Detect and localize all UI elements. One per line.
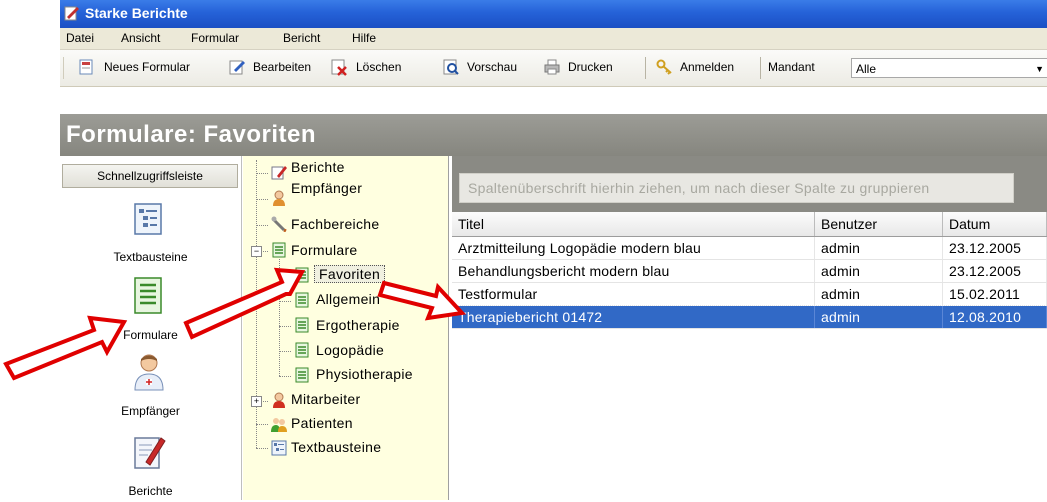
expand-mitarbeiter-toggle[interactable]: + — [251, 396, 262, 407]
column-header-datum[interactable]: Datum — [943, 212, 1047, 236]
cell-benutzer: admin — [815, 283, 943, 305]
edit-icon[interactable] — [228, 58, 246, 76]
table-row-selected[interactable]: Therapiebericht 01472 admin 12.08.2010 — [451, 305, 1047, 330]
app-icon — [64, 5, 80, 24]
column-header-benutzer[interactable]: Benutzer — [815, 212, 943, 236]
berichte-icon — [271, 164, 287, 180]
tree-item-ergotherapie[interactable]: Ergotherapie — [316, 317, 400, 333]
tree-item-fachbereiche[interactable]: Fachbereiche — [291, 216, 379, 232]
group-panel: Spaltenüberschrift hierhin ziehen, um na… — [452, 156, 1047, 212]
textbausteine-icon — [271, 440, 287, 456]
print-button[interactable]: Drucken — [568, 60, 613, 74]
table-row[interactable]: Arztmitteilung Logopädie modern blau adm… — [452, 237, 1047, 260]
recipient-icon — [134, 354, 164, 391]
menu-hilfe[interactable]: Hilfe — [352, 31, 376, 45]
tree-item-patienten[interactable]: Patienten — [291, 415, 353, 431]
preview-button[interactable]: Vorschau — [467, 60, 517, 74]
shortcut-bar-header[interactable]: Schnellzugriffsleiste — [62, 164, 238, 188]
tree-item-empfaenger[interactable]: Empfänger — [291, 180, 362, 196]
formulare-icon — [294, 317, 310, 333]
login-button[interactable]: Anmelden — [680, 60, 734, 74]
table-row[interactable]: Behandlungsbericht modern blau admin 23.… — [452, 260, 1047, 283]
tree-item-berichte[interactable]: Berichte — [291, 159, 345, 175]
preview-icon[interactable] — [442, 58, 460, 76]
key-icon[interactable] — [656, 58, 674, 76]
cell-benutzer: admin — [815, 306, 943, 328]
shortcut-berichte[interactable]: Berichte — [60, 432, 241, 502]
tree-item-favoriten[interactable]: Favoriten — [314, 265, 386, 283]
menu-datei[interactable]: Datei — [66, 31, 94, 45]
menu-bericht[interactable]: Bericht — [283, 31, 320, 45]
formulare-icon — [294, 292, 310, 308]
shortcut-label: Textbausteine — [113, 250, 188, 264]
formulare-icon — [294, 342, 310, 358]
edit-button[interactable]: Bearbeiten — [253, 60, 311, 74]
mandant-label: Mandant — [768, 60, 815, 74]
grid-header: Titel Benutzer Datum — [452, 212, 1047, 237]
forms-grid: Spaltenüberschrift hierhin ziehen, um na… — [451, 156, 1047, 500]
shortcut-empfaenger[interactable]: Empfänger — [60, 352, 241, 422]
shortcut-label: Formulare — [123, 328, 178, 342]
table-row[interactable]: Testformular admin 15.02.2011 — [452, 283, 1047, 306]
cell-titel: Behandlungsbericht modern blau — [452, 260, 815, 282]
tree-item-allgemein[interactable]: Allgemein — [316, 291, 380, 307]
chevron-down-icon[interactable]: ▼ — [1035, 59, 1044, 79]
formulare-icon — [271, 242, 287, 258]
shortcut-label: Berichte — [128, 484, 173, 498]
cell-benutzer: admin — [815, 260, 943, 282]
cell-datum: 12.08.2010 — [943, 306, 1047, 328]
cell-benutzer: admin — [815, 237, 943, 259]
page-header: Formulare: Favoriten — [60, 114, 1047, 156]
employee-icon — [271, 392, 287, 408]
tree-item-logopaedie[interactable]: Logopädie — [316, 342, 384, 358]
cell-datum: 23.12.2005 — [943, 237, 1047, 259]
shortcut-textbausteine[interactable]: Textbausteine — [60, 200, 241, 270]
patients-icon — [271, 416, 287, 432]
printer-icon[interactable] — [543, 58, 561, 76]
formulare-icon — [294, 267, 310, 283]
mandant-value: Alle — [856, 62, 877, 76]
group-by-drop-area[interactable]: Spaltenüberschrift hierhin ziehen, um na… — [459, 173, 1014, 203]
shortcut-formulare[interactable]: Formulare — [60, 276, 241, 346]
column-header-titel[interactable]: Titel — [452, 212, 815, 236]
collapse-formulare-toggle[interactable]: − — [251, 246, 262, 257]
window-title: Starke Berichte — [85, 5, 188, 21]
cell-datum: 15.02.2011 — [943, 283, 1047, 305]
shortcut-label: Empfänger — [121, 404, 180, 418]
textbausteine-icon — [134, 203, 162, 235]
new-form-button[interactable]: Neues Formular — [104, 60, 190, 74]
formulare-icon — [134, 277, 162, 314]
tree-item-physiotherapie[interactable]: Physiotherapie — [316, 366, 413, 382]
berichte-icon — [134, 437, 166, 469]
cell-titel: Therapiebericht 01472 — [452, 306, 815, 328]
delete-button[interactable]: Löschen — [356, 60, 401, 74]
tree-item-textbausteine[interactable]: Textbausteine — [291, 439, 381, 455]
menu-formular[interactable]: Formular — [191, 31, 239, 45]
navigation-tree: − + Berichte Empfänger Fachbereiche Form… — [243, 156, 449, 500]
recipient-icon — [271, 190, 287, 206]
title-bar: Starke Berichte — [60, 0, 1047, 28]
mandant-select[interactable]: Alle ▼ — [851, 58, 1047, 78]
cell-datum: 23.12.2005 — [943, 260, 1047, 282]
page-title: Formulare: Favoriten — [66, 121, 317, 148]
new-form-icon[interactable] — [78, 58, 96, 76]
delete-icon[interactable] — [330, 58, 348, 76]
tools-icon — [271, 216, 287, 233]
tree-item-formulare[interactable]: Formulare — [291, 242, 358, 258]
menu-ansicht[interactable]: Ansicht — [121, 31, 160, 45]
menu-bar: Datei Ansicht Formular Bericht Hilfe — [60, 28, 1047, 50]
toolbar: Neues Formular Bearbeiten Löschen Vorsch… — [60, 50, 1047, 87]
cell-titel: Testformular — [452, 283, 815, 305]
shortcut-bar: Schnellzugriffsleiste Textbausteine Form… — [60, 156, 242, 500]
cell-titel: Arztmitteilung Logopädie modern blau — [452, 237, 815, 259]
formulare-icon — [294, 367, 310, 383]
tree-item-mitarbeiter[interactable]: Mitarbeiter — [291, 391, 360, 407]
